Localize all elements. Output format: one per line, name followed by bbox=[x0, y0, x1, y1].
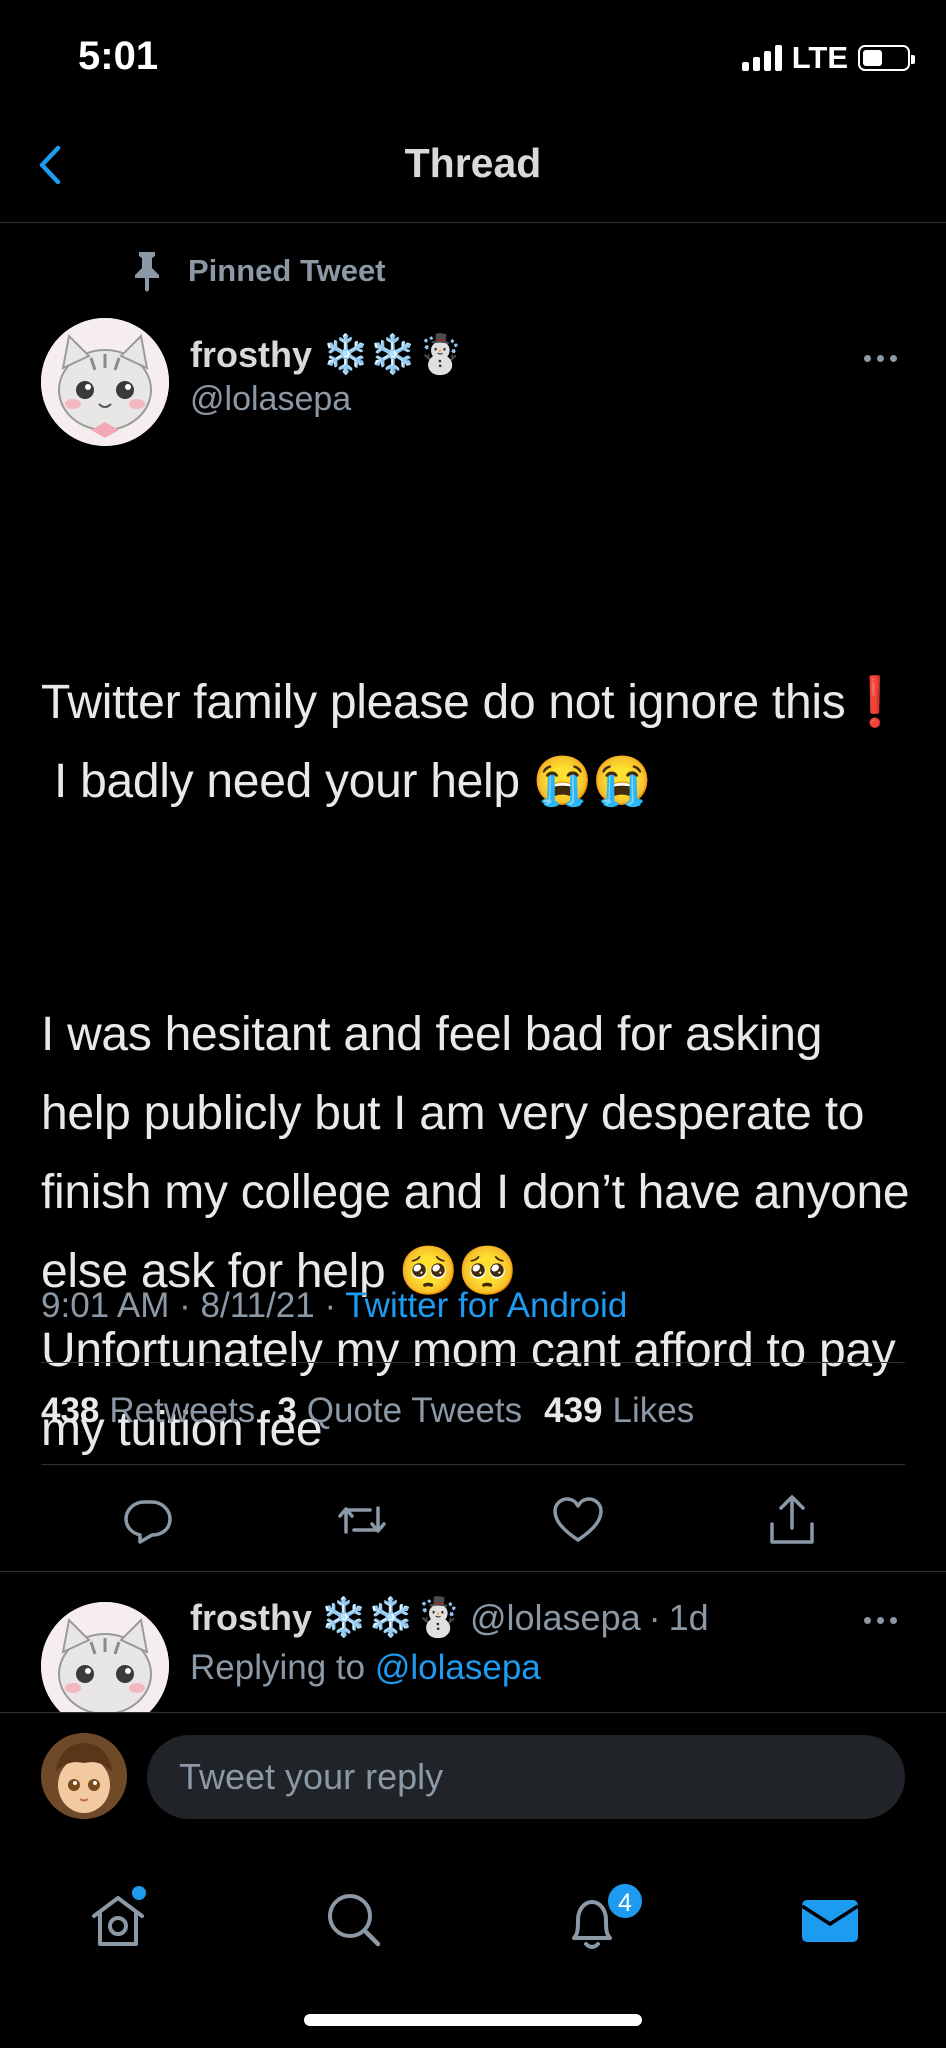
likes-stat[interactable]: 439 Likes bbox=[544, 1391, 694, 1431]
search-icon[interactable] bbox=[322, 1888, 386, 1952]
section-divider bbox=[0, 1571, 946, 1572]
messages-mail-icon[interactable] bbox=[798, 1888, 862, 1952]
reply-age: 1d bbox=[668, 1597, 709, 1638]
replying-to-mention[interactable]: @lolasepa bbox=[375, 1648, 541, 1687]
divider bbox=[41, 1362, 905, 1363]
cat-avatar-icon bbox=[41, 1602, 169, 1730]
reply-author-emojis: ❄️❄️☃️ bbox=[320, 1597, 462, 1639]
tweet-source-link[interactable]: Twitter for Android bbox=[345, 1286, 627, 1325]
retweets-stat[interactable]: 438 Retweets bbox=[41, 1391, 255, 1431]
reply-author: frosthy ❄️❄️☃️ @lolasepa · 1d bbox=[190, 1597, 709, 1639]
tweet-time: 9:01 AM bbox=[41, 1286, 170, 1325]
pinned-label: Pinned Tweet bbox=[188, 253, 386, 288]
author-handle[interactable]: @lolasepa bbox=[190, 380, 464, 419]
signal-icon bbox=[741, 45, 782, 71]
more-options-icon[interactable] bbox=[864, 348, 904, 368]
home-indicator[interactable] bbox=[304, 2014, 642, 2026]
status-time: 5:01 bbox=[78, 34, 159, 78]
pin-icon bbox=[135, 252, 159, 292]
status-bar: 5:01 LTE bbox=[0, 0, 946, 110]
tweet-stats: 438 Retweets 3 Quote Tweets 439 Likes bbox=[41, 1391, 694, 1431]
page-title: Thread bbox=[404, 140, 542, 186]
like-heart-icon[interactable] bbox=[550, 1492, 606, 1548]
thread-header: Thread bbox=[0, 110, 946, 223]
battery-icon bbox=[858, 45, 915, 71]
status-indicators: LTE bbox=[741, 40, 915, 76]
reply-author-name[interactable]: frosthy bbox=[190, 1597, 312, 1639]
current-user-avatar[interactable] bbox=[41, 1733, 127, 1819]
tweet-meta: 9:01 AM · 8/11/21 · Twitter for Android bbox=[41, 1286, 628, 1325]
reply-input[interactable]: Tweet your reply bbox=[147, 1735, 905, 1819]
divider bbox=[41, 1464, 905, 1465]
tweet-actions bbox=[0, 1484, 946, 1556]
cat-avatar-icon bbox=[41, 318, 169, 446]
quote-tweets-stat[interactable]: 3 Quote Tweets bbox=[277, 1391, 522, 1431]
more-options-icon[interactable] bbox=[864, 1610, 904, 1630]
reply-author-avatar[interactable] bbox=[41, 1602, 169, 1730]
notifications-badge: 4 bbox=[606, 1882, 644, 1920]
tweet-date: 8/11/21 bbox=[200, 1286, 315, 1325]
tweet-paragraph: Twitter family please do not ignore this… bbox=[41, 676, 905, 808]
author-name[interactable]: frosthy bbox=[190, 334, 312, 376]
reply-handle[interactable]: @lolasepa bbox=[470, 1597, 641, 1639]
home-new-indicator bbox=[132, 1886, 146, 1900]
network-label: LTE bbox=[791, 40, 848, 75]
reply-icon[interactable] bbox=[120, 1492, 176, 1548]
user-avatar-icon bbox=[41, 1733, 127, 1819]
pinned-indicator: Pinned Tweet bbox=[130, 250, 386, 292]
replying-to: Replying to @lolasepa bbox=[190, 1648, 541, 1687]
tweet-author: frosthy ❄️❄️☃️ @lolasepa bbox=[190, 334, 464, 419]
author-avatar[interactable] bbox=[41, 318, 169, 446]
retweet-icon[interactable] bbox=[334, 1492, 390, 1548]
share-icon[interactable] bbox=[764, 1492, 820, 1548]
author-name-emojis: ❄️❄️☃️ bbox=[322, 334, 464, 376]
compose-bar: Tweet your reply bbox=[0, 1712, 946, 1842]
